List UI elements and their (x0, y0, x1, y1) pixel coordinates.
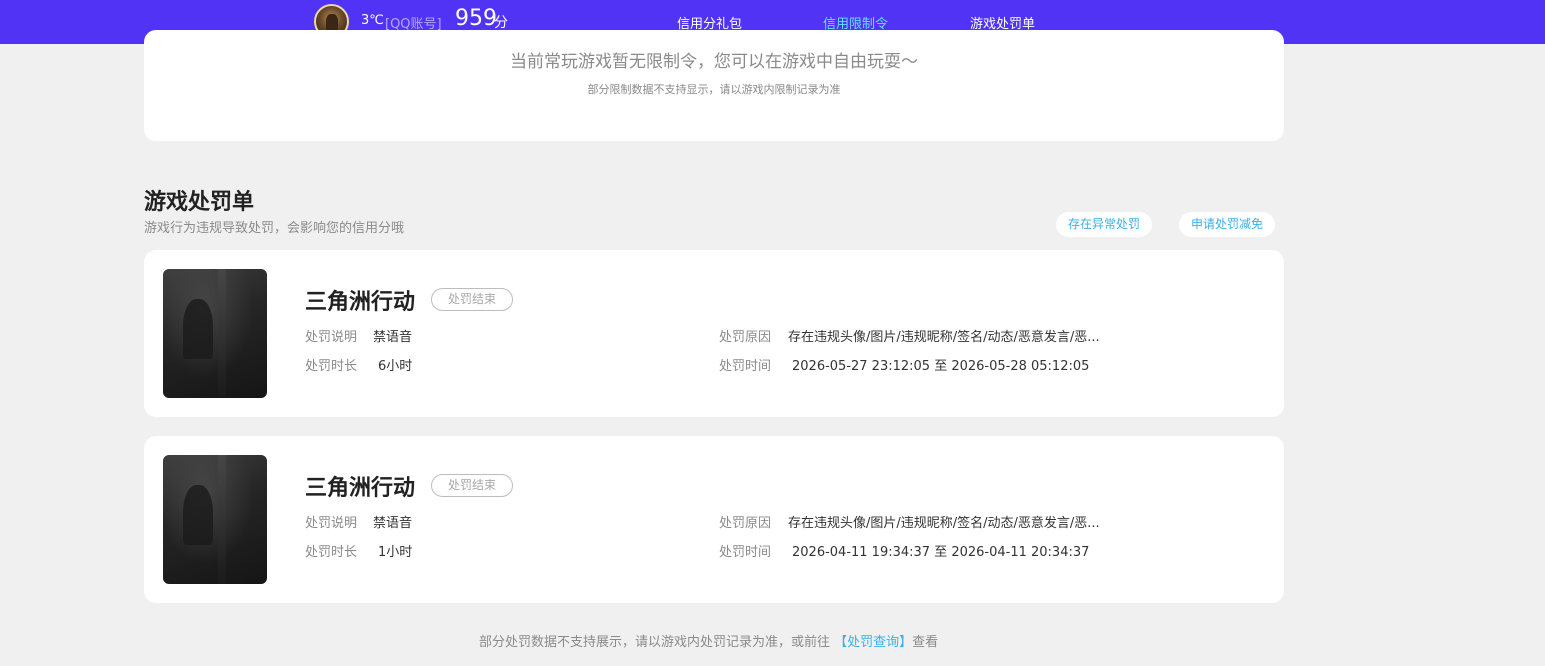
game-name: 三角洲行动 (305, 290, 416, 315)
time-value: 2026-04-11 19:34:37 至 2026-04-11 20:34:3… (792, 545, 1090, 560)
game-cover-image (163, 269, 267, 398)
penalty-card: 三角洲行动 处罚结束 处罚说明 禁语音 处罚时长 1小时 处罚原因 存在违规头像… (144, 436, 1284, 603)
section-subtitle: 游戏行为违规导致处罚，会影响您的信用分哦 (144, 221, 405, 236)
abnormal-penalty-button[interactable]: 存在异常处罚 (1056, 212, 1153, 237)
status-badge: 处罚结束 (431, 474, 513, 497)
apply-reduction-button[interactable]: 申请处罚减免 (1179, 212, 1276, 237)
desc-label: 处罚说明 (305, 516, 358, 531)
desc-value: 禁语音 (373, 330, 413, 345)
reason-value: 存在违规头像/图片/违规昵称/签名/动态/恶意发言/恶... (788, 516, 1100, 531)
desc-value: 禁语音 (373, 516, 413, 531)
reason-value: 存在违规头像/图片/违规昵称/签名/动态/恶意发言/恶... (788, 330, 1100, 345)
time-label: 处罚时间 (719, 545, 772, 560)
desc-label: 处罚说明 (305, 330, 358, 345)
footer-note: 部分处罚数据不支持展示，请以游戏内处罚记录为准，或前往 【处罚查询】查看 (479, 631, 938, 650)
game-name: 三角洲行动 (305, 476, 416, 501)
no-limit-message: 当前常玩游戏暂无限制令，您可以在游戏中自由玩耍～ (510, 52, 918, 72)
credit-score-unit: 分 (494, 15, 508, 31)
duration-label: 处罚时长 (305, 359, 358, 374)
footer-prefix: 部分处罚数据不支持展示，请以游戏内处罚记录为准，或前往 (479, 635, 831, 650)
time-label: 处罚时间 (719, 359, 772, 374)
limit-card: 当前常玩游戏暂无限制令，您可以在游戏中自由玩耍～ 部分限制数据不支持显示，请以游… (144, 30, 1284, 141)
footer-suffix: 查看 (912, 635, 939, 650)
time-value: 2026-05-27 23:12:05 至 2026-05-28 05:12:0… (792, 359, 1090, 374)
limit-note: 部分限制数据不支持显示，请以游戏内限制记录为准 (587, 83, 841, 96)
duration-label: 处罚时长 (305, 545, 358, 560)
penalty-card: 三角洲行动 处罚结束 处罚说明 禁语音 处罚时长 6小时 处罚原因 存在违规头像… (144, 250, 1284, 417)
credit-score: 959 (455, 6, 497, 31)
penalty-query-link[interactable]: 【处罚查询】 (834, 635, 912, 650)
nickname: 3℃ (361, 13, 384, 28)
duration-value: 1小时 (378, 545, 413, 560)
reason-label: 处罚原因 (719, 330, 772, 345)
reason-label: 处罚原因 (719, 516, 772, 531)
duration-value: 6小时 (378, 359, 413, 374)
game-cover-image (163, 455, 267, 584)
section-title: 游戏处罚单 (144, 190, 255, 215)
status-badge: 处罚结束 (431, 288, 513, 311)
